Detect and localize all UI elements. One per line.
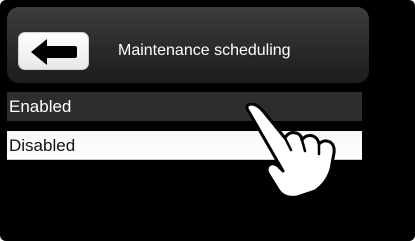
touch-screen: Maintenance scheduling Enabled Disabled xyxy=(7,7,407,233)
hand-pointer-icon xyxy=(245,103,336,199)
back-button[interactable] xyxy=(18,32,89,70)
header-bar: Maintenance scheduling xyxy=(7,7,369,83)
left-arrow-icon xyxy=(31,39,77,65)
device-frame: Maintenance scheduling Enabled Disabled xyxy=(0,0,415,241)
page-title: Maintenance scheduling xyxy=(118,42,291,59)
